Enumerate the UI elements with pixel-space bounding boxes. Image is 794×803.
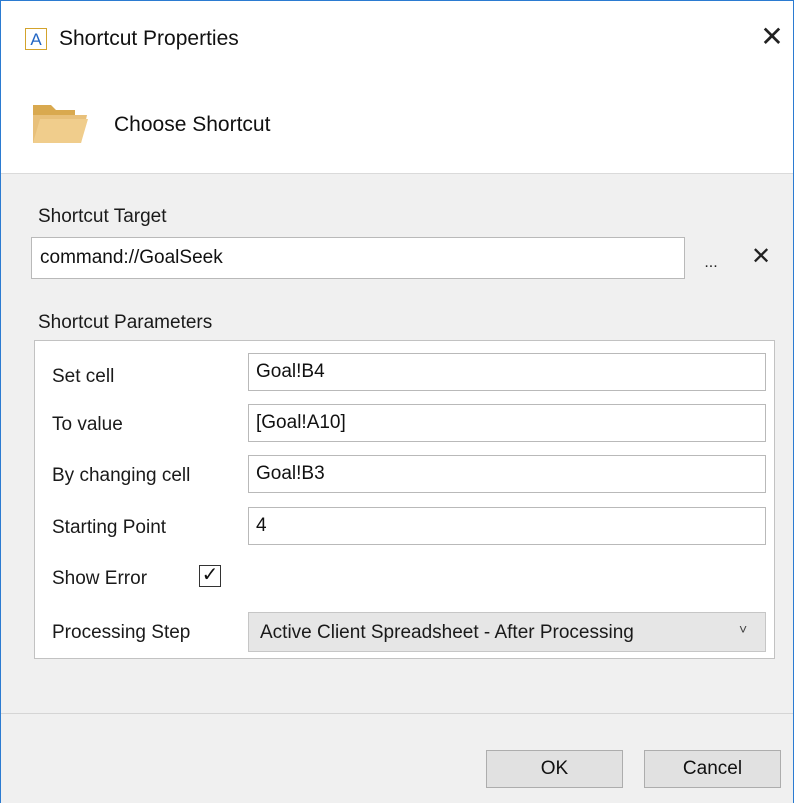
folder-icon [33, 105, 88, 143]
show-error-checkbox[interactable]: ✓ [199, 565, 221, 587]
changing-cell-label: By changing cell [52, 465, 191, 486]
set-cell-input[interactable] [248, 353, 766, 391]
ok-button[interactable]: OK [486, 750, 623, 788]
to-value-label: To value [52, 414, 123, 435]
clear-target-icon[interactable]: ✕ [748, 243, 774, 271]
title-bar: A Shortcut Properties ✕ [1, 1, 793, 81]
parameters-panel: Set cell To value By changing cell Start… [34, 340, 775, 659]
shortcut-target-input[interactable] [31, 237, 685, 279]
window-title: Shortcut Properties [59, 27, 239, 50]
close-icon[interactable]: ✕ [756, 21, 788, 53]
app-icon: A [25, 28, 47, 50]
header-section: Choose Shortcut [1, 81, 793, 174]
processing-step-select[interactable]: Active Client Spreadsheet - After Proces… [248, 612, 766, 652]
shortcut-parameters-label: Shortcut Parameters [38, 312, 213, 333]
processing-step-label: Processing Step [52, 622, 191, 643]
shortcut-target-label: Shortcut Target [38, 206, 167, 227]
starting-point-label: Starting Point [52, 517, 167, 538]
set-cell-label: Set cell [52, 366, 115, 387]
starting-point-input[interactable] [248, 507, 766, 545]
show-error-label: Show Error [52, 568, 148, 589]
header-title: Choose Shortcut [114, 113, 271, 136]
dialog-footer: OK Cancel [1, 713, 793, 803]
shortcut-properties-dialog: A Shortcut Properties ✕ Choose Shortcut … [0, 0, 794, 803]
to-value-input[interactable] [248, 404, 766, 442]
processing-step-value: Active Client Spreadsheet - After Proces… [260, 622, 634, 643]
chevron-down-icon: ˅ [739, 621, 748, 637]
browse-button[interactable]: ... [700, 251, 722, 275]
changing-cell-input[interactable] [248, 455, 766, 493]
cancel-button[interactable]: Cancel [644, 750, 781, 788]
